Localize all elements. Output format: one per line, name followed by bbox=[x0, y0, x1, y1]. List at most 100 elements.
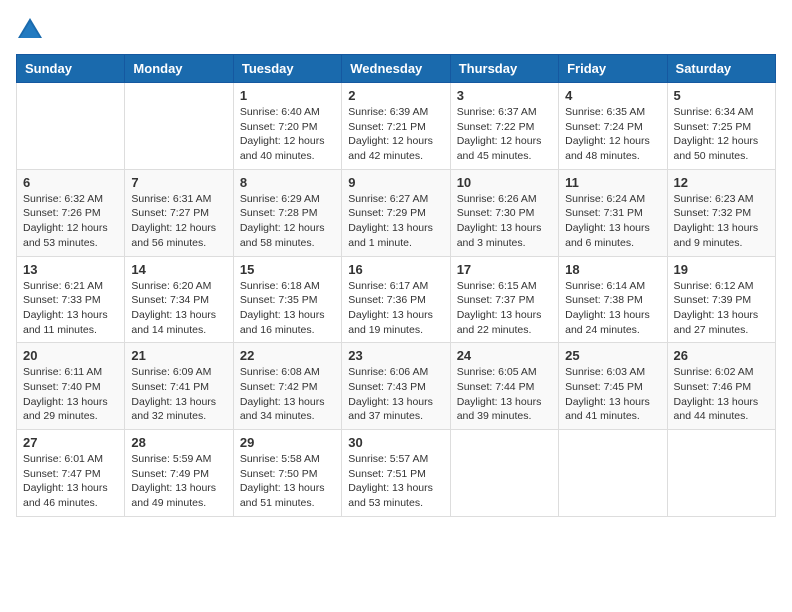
day-number: 17 bbox=[457, 262, 552, 277]
calendar-week-1: 1 Sunrise: 6:40 AM Sunset: 7:20 PM Daylig… bbox=[17, 83, 776, 170]
day-info: Sunrise: 6:29 AM Sunset: 7:28 PM Dayligh… bbox=[240, 192, 335, 251]
calendar-cell: 9 Sunrise: 6:27 AM Sunset: 7:29 PM Daylig… bbox=[342, 169, 450, 256]
calendar-cell: 29 Sunrise: 5:58 AM Sunset: 7:50 PM Dayli… bbox=[233, 430, 341, 517]
day-info: Sunrise: 6:12 AM Sunset: 7:39 PM Dayligh… bbox=[674, 279, 769, 338]
calendar-cell bbox=[667, 430, 775, 517]
column-header-friday: Friday bbox=[559, 55, 667, 83]
day-info: Sunrise: 6:03 AM Sunset: 7:45 PM Dayligh… bbox=[565, 365, 660, 424]
day-info: Sunrise: 5:58 AM Sunset: 7:50 PM Dayligh… bbox=[240, 452, 335, 511]
calendar-cell bbox=[17, 83, 125, 170]
calendar-cell: 14 Sunrise: 6:20 AM Sunset: 7:34 PM Dayli… bbox=[125, 256, 233, 343]
day-info: Sunrise: 6:20 AM Sunset: 7:34 PM Dayligh… bbox=[131, 279, 226, 338]
day-info: Sunrise: 6:21 AM Sunset: 7:33 PM Dayligh… bbox=[23, 279, 118, 338]
calendar-week-2: 6 Sunrise: 6:32 AM Sunset: 7:26 PM Daylig… bbox=[17, 169, 776, 256]
day-info: Sunrise: 6:02 AM Sunset: 7:46 PM Dayligh… bbox=[674, 365, 769, 424]
day-info: Sunrise: 6:11 AM Sunset: 7:40 PM Dayligh… bbox=[23, 365, 118, 424]
calendar-cell: 12 Sunrise: 6:23 AM Sunset: 7:32 PM Dayli… bbox=[667, 169, 775, 256]
day-number: 7 bbox=[131, 175, 226, 190]
day-number: 6 bbox=[23, 175, 118, 190]
calendar-cell: 6 Sunrise: 6:32 AM Sunset: 7:26 PM Daylig… bbox=[17, 169, 125, 256]
day-info: Sunrise: 6:35 AM Sunset: 7:24 PM Dayligh… bbox=[565, 105, 660, 164]
calendar-header-row: SundayMondayTuesdayWednesdayThursdayFrid… bbox=[17, 55, 776, 83]
day-number: 25 bbox=[565, 348, 660, 363]
calendar-cell: 2Sunrise: 6:39 AM Sunset: 7:21 PM Daylig… bbox=[342, 83, 450, 170]
day-number: 29 bbox=[240, 435, 335, 450]
day-number: 18 bbox=[565, 262, 660, 277]
day-info: Sunrise: 6:34 AM Sunset: 7:25 PM Dayligh… bbox=[674, 105, 769, 164]
calendar-cell: 22 Sunrise: 6:08 AM Sunset: 7:42 PM Dayli… bbox=[233, 343, 341, 430]
day-number: 16 bbox=[348, 262, 443, 277]
logo bbox=[16, 16, 48, 44]
calendar-cell: 23 Sunrise: 6:06 AM Sunset: 7:43 PM Dayli… bbox=[342, 343, 450, 430]
day-number: 21 bbox=[131, 348, 226, 363]
day-info: Sunrise: 6:23 AM Sunset: 7:32 PM Dayligh… bbox=[674, 192, 769, 251]
day-info: Sunrise: 6:05 AM Sunset: 7:44 PM Dayligh… bbox=[457, 365, 552, 424]
calendar-cell: 25 Sunrise: 6:03 AM Sunset: 7:45 PM Dayli… bbox=[559, 343, 667, 430]
column-header-thursday: Thursday bbox=[450, 55, 558, 83]
column-header-saturday: Saturday bbox=[667, 55, 775, 83]
day-number: 19 bbox=[674, 262, 769, 277]
calendar-cell: 19 Sunrise: 6:12 AM Sunset: 7:39 PM Dayli… bbox=[667, 256, 775, 343]
day-number: 2 bbox=[348, 88, 443, 103]
day-number: 1 bbox=[240, 88, 335, 103]
calendar-cell: 3 Sunrise: 6:37 AM Sunset: 7:22 PM Daylig… bbox=[450, 83, 558, 170]
calendar-cell: 8 Sunrise: 6:29 AM Sunset: 7:28 PM Daylig… bbox=[233, 169, 341, 256]
day-number: 15 bbox=[240, 262, 335, 277]
calendar-cell: 18 Sunrise: 6:14 AM Sunset: 7:38 PM Dayli… bbox=[559, 256, 667, 343]
calendar-cell bbox=[559, 430, 667, 517]
header bbox=[16, 16, 776, 44]
day-number: 14 bbox=[131, 262, 226, 277]
day-number: 30 bbox=[348, 435, 443, 450]
day-number: 10 bbox=[457, 175, 552, 190]
day-number: 8 bbox=[240, 175, 335, 190]
column-header-sunday: Sunday bbox=[17, 55, 125, 83]
day-info: Sunrise: 6:15 AM Sunset: 7:37 PM Dayligh… bbox=[457, 279, 552, 338]
day-number: 11 bbox=[565, 175, 660, 190]
calendar-cell: 11 Sunrise: 6:24 AM Sunset: 7:31 PM Dayli… bbox=[559, 169, 667, 256]
calendar-week-4: 20 Sunrise: 6:11 AM Sunset: 7:40 PM Dayli… bbox=[17, 343, 776, 430]
calendar-cell: 21Sunrise: 6:09 AM Sunset: 7:41 PM Dayli… bbox=[125, 343, 233, 430]
calendar-week-5: 27Sunrise: 6:01 AM Sunset: 7:47 PM Dayli… bbox=[17, 430, 776, 517]
day-number: 23 bbox=[348, 348, 443, 363]
day-info: Sunrise: 6:18 AM Sunset: 7:35 PM Dayligh… bbox=[240, 279, 335, 338]
day-info: Sunrise: 6:26 AM Sunset: 7:30 PM Dayligh… bbox=[457, 192, 552, 251]
calendar-table: SundayMondayTuesdayWednesdayThursdayFrid… bbox=[16, 54, 776, 517]
calendar-cell: 20 Sunrise: 6:11 AM Sunset: 7:40 PM Dayli… bbox=[17, 343, 125, 430]
day-number: 5 bbox=[674, 88, 769, 103]
day-number: 3 bbox=[457, 88, 552, 103]
calendar-cell: 15 Sunrise: 6:18 AM Sunset: 7:35 PM Dayli… bbox=[233, 256, 341, 343]
day-info: Sunrise: 6:27 AM Sunset: 7:29 PM Dayligh… bbox=[348, 192, 443, 251]
calendar-cell: 28 Sunrise: 5:59 AM Sunset: 7:49 PM Dayli… bbox=[125, 430, 233, 517]
calendar-cell: 10 Sunrise: 6:26 AM Sunset: 7:30 PM Dayli… bbox=[450, 169, 558, 256]
day-number: 12 bbox=[674, 175, 769, 190]
day-info: Sunrise: 6:40 AM Sunset: 7:20 PM Dayligh… bbox=[240, 105, 335, 164]
day-info: Sunrise: 6:37 AM Sunset: 7:22 PM Dayligh… bbox=[457, 105, 552, 164]
logo-icon bbox=[16, 16, 44, 44]
day-number: 4 bbox=[565, 88, 660, 103]
day-number: 9 bbox=[348, 175, 443, 190]
column-header-tuesday: Tuesday bbox=[233, 55, 341, 83]
day-info: Sunrise: 5:59 AM Sunset: 7:49 PM Dayligh… bbox=[131, 452, 226, 511]
calendar-cell: 26Sunrise: 6:02 AM Sunset: 7:46 PM Dayli… bbox=[667, 343, 775, 430]
calendar-cell: 13Sunrise: 6:21 AM Sunset: 7:33 PM Dayli… bbox=[17, 256, 125, 343]
day-info: Sunrise: 6:01 AM Sunset: 7:47 PM Dayligh… bbox=[23, 452, 118, 511]
day-info: Sunrise: 6:32 AM Sunset: 7:26 PM Dayligh… bbox=[23, 192, 118, 251]
column-header-wednesday: Wednesday bbox=[342, 55, 450, 83]
day-number: 28 bbox=[131, 435, 226, 450]
calendar-cell: 5 Sunrise: 6:34 AM Sunset: 7:25 PM Daylig… bbox=[667, 83, 775, 170]
calendar-cell: 1 Sunrise: 6:40 AM Sunset: 7:20 PM Daylig… bbox=[233, 83, 341, 170]
day-number: 24 bbox=[457, 348, 552, 363]
column-header-monday: Monday bbox=[125, 55, 233, 83]
calendar-cell: 4 Sunrise: 6:35 AM Sunset: 7:24 PM Daylig… bbox=[559, 83, 667, 170]
day-number: 20 bbox=[23, 348, 118, 363]
day-number: 22 bbox=[240, 348, 335, 363]
calendar-week-3: 13Sunrise: 6:21 AM Sunset: 7:33 PM Dayli… bbox=[17, 256, 776, 343]
day-info: Sunrise: 6:24 AM Sunset: 7:31 PM Dayligh… bbox=[565, 192, 660, 251]
day-info: Sunrise: 6:06 AM Sunset: 7:43 PM Dayligh… bbox=[348, 365, 443, 424]
day-info: Sunrise: 6:14 AM Sunset: 7:38 PM Dayligh… bbox=[565, 279, 660, 338]
day-info: Sunrise: 6:17 AM Sunset: 7:36 PM Dayligh… bbox=[348, 279, 443, 338]
calendar-cell: 27Sunrise: 6:01 AM Sunset: 7:47 PM Dayli… bbox=[17, 430, 125, 517]
calendar-cell: 16 Sunrise: 6:17 AM Sunset: 7:36 PM Dayli… bbox=[342, 256, 450, 343]
day-info: Sunrise: 6:08 AM Sunset: 7:42 PM Dayligh… bbox=[240, 365, 335, 424]
calendar-cell: 30Sunrise: 5:57 AM Sunset: 7:51 PM Dayli… bbox=[342, 430, 450, 517]
